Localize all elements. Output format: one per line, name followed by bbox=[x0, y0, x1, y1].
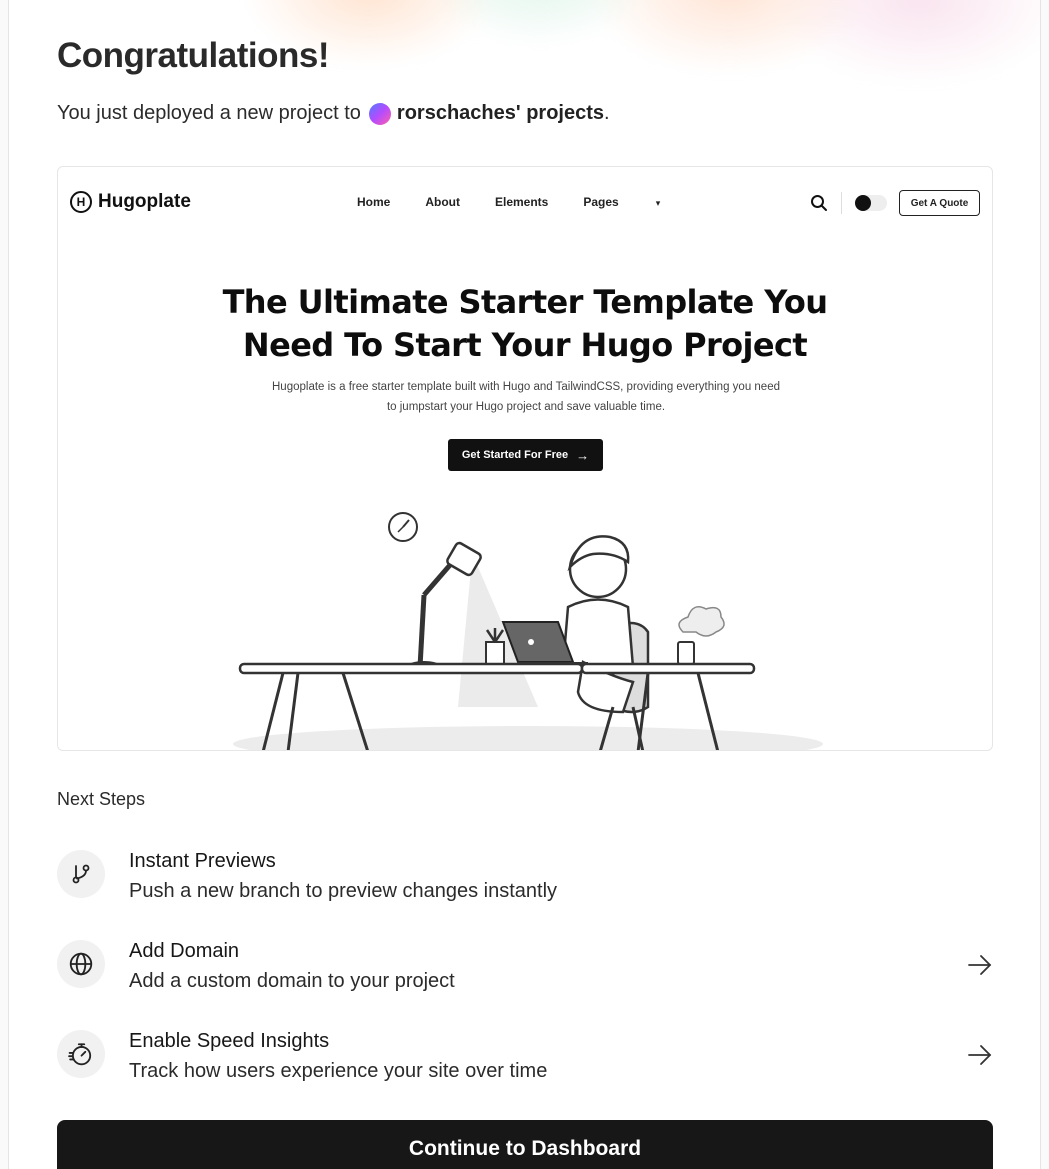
preview-hero-desc-line2: to jumpstart your Hugo project and save … bbox=[386, 401, 666, 413]
preview-desk-illustration bbox=[233, 512, 823, 750]
preview-search-icon bbox=[811, 195, 827, 211]
preview-nav-pages-label: Pages bbox=[583, 195, 619, 209]
page-title: Congratulations! bbox=[57, 36, 329, 75]
deploy-subtitle: You just deployed a new project to rorsc… bbox=[57, 102, 610, 125]
preview-nav-about: About bbox=[425, 195, 460, 209]
preview-arrow-right-icon: → bbox=[576, 447, 590, 463]
preview-quote-button: Get A Quote bbox=[899, 190, 980, 216]
continue-to-dashboard-button[interactable]: Continue to Dashboard bbox=[57, 1120, 993, 1169]
preview-nav-divider bbox=[841, 192, 842, 214]
subtitle-prefix: You just deployed a new project to bbox=[57, 102, 361, 124]
preview-nav-elements: Elements bbox=[495, 195, 549, 209]
step-title: Add Domain bbox=[129, 940, 240, 962]
step-description: Push a new branch to preview changes ins… bbox=[129, 880, 558, 902]
preview-hero-title-line2: Need To Start Your Hugo Project bbox=[242, 326, 808, 364]
step-add-domain[interactable]: Add Domain Add a custom domain to your p… bbox=[57, 940, 993, 1010]
preview-chevron-down-icon: ▾ bbox=[655, 198, 661, 208]
gradient-glow bbox=[239, 0, 1040, 160]
preview-nav-links: Home About Elements Pages ▾ bbox=[357, 195, 660, 209]
step-description: Track how users experience your site ove… bbox=[129, 1060, 548, 1082]
step-description: Add a custom domain to your project bbox=[129, 970, 455, 992]
preview-hero-desc-line1: Hugoplate is a free starter template bui… bbox=[272, 381, 780, 393]
preview-nav-pages: Pages ▾ bbox=[583, 195, 660, 209]
preview-hero-description: Hugoplate is a free starter template bui… bbox=[258, 377, 794, 417]
preview-hero-title: The Ultimate Starter Template You Need T… bbox=[58, 281, 992, 367]
step-title: Enable Speed Insights bbox=[129, 1030, 330, 1052]
deployment-preview-screenshot[interactable]: H Hugoplate Home About Elements Pages ▾ G… bbox=[57, 166, 993, 751]
arrow-right-icon[interactable] bbox=[967, 954, 993, 976]
preview-moon-icon bbox=[855, 195, 871, 211]
next-steps-heading: Next Steps bbox=[57, 789, 146, 809]
deployment-success-card: Congratulations! You just deployed a new… bbox=[8, 0, 1041, 1169]
preview-nav-home: Home bbox=[357, 195, 391, 209]
step-instant-previews: Instant Previews Push a new branch to pr… bbox=[57, 850, 993, 920]
globe-icon bbox=[57, 940, 105, 988]
preview-logo: H Hugoplate bbox=[70, 191, 191, 213]
stopwatch-icon bbox=[57, 1030, 105, 1078]
step-title: Instant Previews bbox=[129, 850, 276, 872]
preview-hero-title-line1: The Ultimate Starter Template You bbox=[222, 283, 828, 321]
preview-logo-text: Hugoplate bbox=[98, 191, 191, 212]
preview-logo-mark-icon: H bbox=[70, 191, 92, 213]
team-name[interactable]: rorschaches' projects bbox=[397, 102, 604, 125]
subtitle-suffix: . bbox=[604, 102, 610, 124]
preview-theme-toggle bbox=[855, 195, 887, 211]
git-branch-icon bbox=[57, 850, 105, 898]
preview-cta-label: Get Started For Free bbox=[461, 449, 569, 461]
team-avatar bbox=[368, 102, 391, 125]
step-speed-insights[interactable]: Enable Speed Insights Track how users ex… bbox=[57, 1030, 993, 1100]
preview-cta-button: Get Started For Free → bbox=[448, 439, 603, 471]
preview-navbar: H Hugoplate Home About Elements Pages ▾ G… bbox=[58, 167, 992, 239]
arrow-right-icon[interactable] bbox=[967, 1044, 993, 1066]
